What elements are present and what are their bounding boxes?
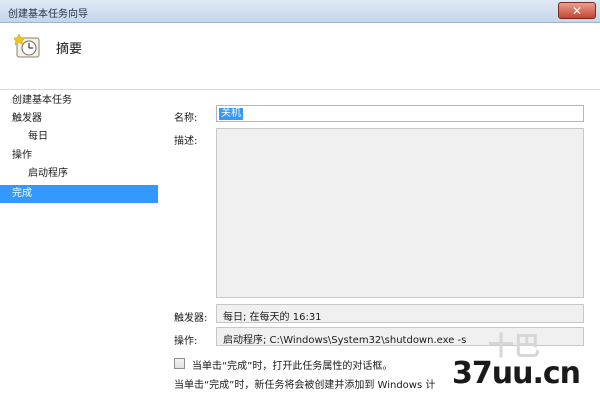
wizard-steps-sidebar: 创建基本任务 触发器 每日 操作 启动程序 完成 bbox=[0, 90, 162, 400]
description-field[interactable] bbox=[216, 128, 584, 298]
open-properties-checkbox[interactable] bbox=[174, 358, 185, 369]
sidebar-item-create-basic-task[interactable]: 创建基本任务 bbox=[0, 92, 158, 110]
task-clock-icon bbox=[14, 33, 40, 58]
page-title: 摘要 bbox=[56, 42, 83, 57]
name-label: 名称: bbox=[174, 113, 198, 124]
sidebar-item-finish[interactable]: 完成 bbox=[0, 185, 158, 203]
close-button[interactable]: ✕ bbox=[558, 2, 596, 19]
action-label: 操作: bbox=[174, 336, 198, 347]
open-properties-label[interactable]: 当单击“完成”时，打开此任务属性的对话框。 bbox=[192, 357, 392, 372]
sidebar-item-action[interactable]: 操作 bbox=[0, 147, 158, 165]
action-value: 启动程序; C:\Windows\System32\shutdown.exe -… bbox=[223, 335, 467, 346]
trigger-label: 触发器: bbox=[174, 313, 208, 324]
sidebar-item-start-program[interactable]: 启动程序 bbox=[0, 165, 158, 183]
sidebar-item-trigger[interactable]: 触发器 bbox=[0, 110, 158, 128]
trigger-value: 每日; 在每天的 16:31 bbox=[223, 312, 322, 323]
window-title: 创建基本任务向导 bbox=[8, 9, 88, 20]
close-icon: ✕ bbox=[571, 4, 583, 18]
watermark-logo: 37uu.cn bbox=[452, 356, 581, 391]
description-label: 描述: bbox=[174, 136, 198, 147]
title-bar: 创建基本任务向导 ✕ bbox=[0, 0, 600, 23]
name-field[interactable]: 关机 bbox=[216, 105, 584, 122]
name-value: 关机 bbox=[219, 108, 243, 120]
finish-note: 当单击“完成”时，新任务将会被创建并添加到 Windows 计 bbox=[174, 380, 436, 391]
trigger-field: 每日; 在每天的 16:31 bbox=[216, 304, 584, 323]
wizard-header: 摘要 bbox=[0, 23, 600, 90]
sidebar-item-daily[interactable]: 每日 bbox=[0, 128, 158, 146]
